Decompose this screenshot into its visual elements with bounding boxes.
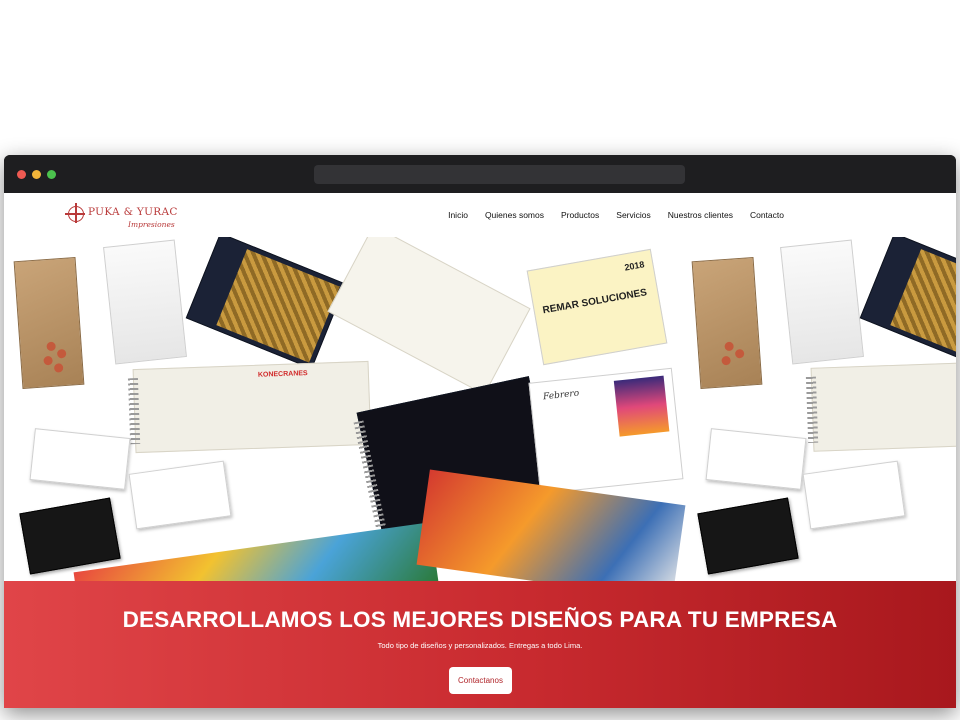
spiral-notebook-image-right (805, 362, 956, 452)
minimize-window-button[interactable] (32, 170, 41, 179)
browser-window: PUKA & YURAC Impresiones Inicio Quienes … (4, 155, 956, 708)
page-viewport: PUKA & YURAC Impresiones Inicio Quienes … (4, 193, 956, 708)
white-bag-image (103, 239, 187, 365)
nav-item-quienes-somos[interactable]: Quienes somos (485, 210, 544, 220)
spiral-binding-3 (805, 376, 819, 443)
kraft-bag-image-right (691, 256, 763, 390)
remar-brand: REMAR SOLUCIONES (541, 287, 648, 317)
spiral-binding-2 (353, 420, 387, 531)
calendar-year: 2018 (623, 259, 646, 273)
close-window-button[interactable] (17, 170, 26, 179)
hero-banner: DESARROLLAMOS LOS MEJORES DISEÑOS PARA T… (4, 581, 956, 708)
browser-titlebar (4, 155, 956, 193)
nav-item-servicios[interactable]: Servicios (616, 210, 650, 220)
notebook-image-right (859, 237, 956, 370)
nav-item-contacto[interactable]: Contacto (750, 210, 784, 220)
site-header: PUKA & YURAC Impresiones Inicio Quienes … (4, 193, 956, 237)
site-logo[interactable]: PUKA & YURAC Impresiones (65, 203, 178, 231)
address-bar[interactable] (314, 165, 685, 184)
business-card-image (29, 428, 131, 490)
kone-brand: KONECRANES (257, 370, 308, 379)
hero-subtitle: Todo tipo de diseños y personalizados. E… (377, 641, 583, 650)
logo-mark-icon (65, 203, 85, 223)
business-card-image-right-2 (802, 460, 906, 530)
logo-name: PUKA & YURAC (88, 206, 178, 218)
black-card-image (19, 497, 121, 575)
hero-title: DESARROLLAMOS LOS MEJORES DISEÑOS PARA T… (122, 607, 838, 632)
product-collage-image: 2018 REMAR SOLUCIONES KONECRANES Febrero (4, 237, 956, 581)
notebook-image (185, 237, 347, 370)
business-card-image-2 (128, 460, 232, 530)
brochure-image (73, 522, 439, 581)
spiral-binding (127, 377, 141, 445)
business-card-image-right (705, 428, 807, 490)
logo-tagline: Impresiones (128, 220, 175, 229)
remar-calendar-image: 2018 REMAR SOLUCIONES (526, 248, 668, 366)
nav-item-productos[interactable]: Productos (561, 210, 599, 220)
white-bag-image-right (780, 239, 864, 365)
brochure-image-2 (416, 469, 686, 581)
maximize-window-button[interactable] (47, 170, 56, 179)
contact-button[interactable]: Contactanos (449, 667, 512, 694)
calendar-month: Febrero (542, 388, 580, 403)
main-nav: Inicio Quienes somos Productos Servicios… (431, 210, 784, 220)
nav-item-inicio[interactable]: Inicio (448, 210, 468, 220)
spiral-notebook-image: KONECRANES (127, 360, 372, 454)
nav-item-nuestros-clientes[interactable]: Nuestros clientes (668, 210, 733, 220)
black-card-image-right (697, 497, 799, 575)
kraft-bag-image (13, 256, 85, 390)
desk-calendar-image: Febrero (528, 367, 684, 495)
